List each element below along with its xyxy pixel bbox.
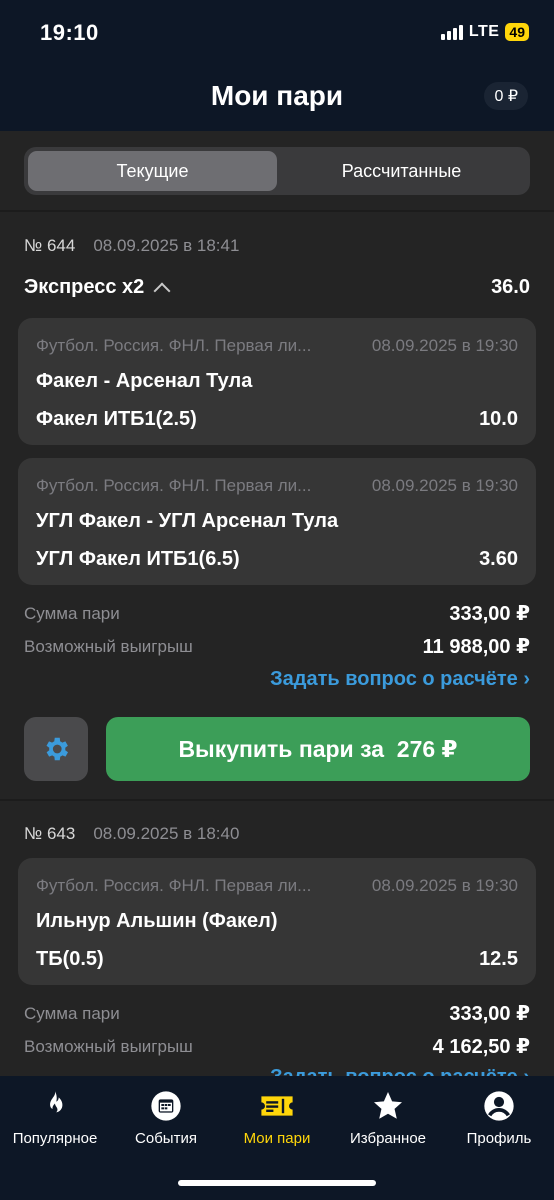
nav-profile[interactable]: Профиль (444, 1090, 554, 1147)
stake-value: 333,00 ₽ (449, 1003, 530, 1025)
stake-row: Сумма пари 333,00 ₽ (24, 601, 530, 626)
bet-date: 08.09.2025 в 18:40 (93, 824, 240, 843)
app-header: 19:10 LTE 49 Мои пари 0 ₽ (0, 0, 554, 131)
divider (0, 799, 554, 801)
profile-icon (484, 1091, 514, 1121)
nav-popular[interactable]: Популярное (0, 1090, 110, 1147)
stake-value: 333,00 ₽ (449, 603, 530, 625)
event-card[interactable]: Футбол. Россия. ФНЛ. Первая ли... 08.09.… (18, 458, 536, 585)
flame-icon (44, 1091, 63, 1121)
event-time: 08.09.2025 в 19:30 (371, 876, 518, 895)
nav-label: Популярное (12, 1130, 98, 1147)
page-title: Мои пари (210, 80, 344, 111)
chevron-up-icon[interactable] (153, 282, 171, 299)
battery-icon: 49 (505, 23, 529, 41)
bet-date: 08.09.2025 в 18:41 (93, 236, 240, 255)
win-label: Возможный выигрыш (24, 636, 193, 656)
bet-type-row[interactable]: Экспресс x2 36.0 (24, 276, 530, 299)
event-time: 08.09.2025 в 19:30 (371, 476, 518, 495)
nav-label: Мои пари (243, 1130, 311, 1147)
settings-button[interactable] (24, 717, 88, 781)
event-league: Футбол. Россия. ФНЛ. Первая ли... (36, 876, 312, 895)
nav-events[interactable]: События (111, 1090, 221, 1147)
ask-question-link[interactable]: Задать вопрос о расчёте › (270, 668, 530, 691)
event-card[interactable]: Футбол. Россия. ФНЛ. Первая ли... 08.09.… (18, 318, 536, 445)
status-time: 19:10 (40, 20, 99, 45)
nav-my-bets[interactable]: Мои пари (222, 1090, 332, 1147)
bet-number: № 643 (24, 824, 76, 843)
win-row: Возможный выигрыш 4 162,50 ₽ (24, 1034, 530, 1059)
bets-tabs: Текущие Рассчитанные (24, 147, 530, 195)
event-league: Футбол. Россия. ФНЛ. Первая ли... (36, 476, 312, 495)
win-value: 11 988,00 ₽ (422, 636, 530, 658)
nav-favorites[interactable]: Избранное (333, 1090, 443, 1147)
home-indicator[interactable] (178, 1180, 376, 1186)
stake-label: Сумма пари (24, 603, 120, 623)
bet-type[interactable]: Экспресс x2 (24, 276, 171, 299)
bet-type-label: Экспресс x2 (24, 276, 145, 298)
event-market: УГЛ Факел ИТБ1(6.5) (36, 548, 240, 570)
ticket-icon (261, 1096, 293, 1116)
network-label: LTE (468, 23, 500, 40)
event-teams: Ильнур Альшин (Факел) (36, 910, 278, 932)
signal-icon (440, 24, 463, 40)
bet-header: № 644 08.09.2025 в 18:41 (24, 236, 239, 256)
event-odds: 12.5 (479, 948, 518, 970)
bet-header: № 643 08.09.2025 в 18:40 (24, 824, 239, 844)
win-label: Возможный выигрыш (24, 1036, 193, 1056)
event-odds: 3.60 (479, 548, 518, 570)
bet-number: № 644 (24, 236, 76, 255)
balance-badge[interactable]: 0 ₽ (484, 82, 528, 110)
event-card[interactable]: Футбол. Россия. ФНЛ. Первая ли... 08.09.… (18, 858, 536, 985)
event-market: Факел ИТБ1(2.5) (36, 408, 197, 430)
stake-label: Сумма пари (24, 1003, 120, 1023)
event-teams: Факел - Арсенал Тула (36, 370, 253, 392)
tab-settled[interactable]: Рассчитанные (277, 151, 526, 191)
gear-icon (46, 737, 68, 761)
event-market: ТБ(0.5) (36, 948, 104, 970)
status-indicators: LTE 49 (440, 23, 529, 41)
event-teams: УГЛ Факел - УГЛ Арсенал Тула (36, 510, 339, 532)
event-league: Футбол. Россия. ФНЛ. Первая ли... (36, 336, 312, 355)
stake-row: Сумма пари 333,00 ₽ (24, 1001, 530, 1026)
nav-label: Профиль (466, 1130, 532, 1147)
total-odds: 36.0 (491, 276, 530, 298)
cashout-label: Выкупить пари за 276 ₽ (178, 735, 458, 762)
star-icon (374, 1092, 402, 1119)
event-time: 08.09.2025 в 19:30 (371, 336, 518, 355)
tab-current[interactable]: Текущие (28, 151, 277, 191)
nav-label: События (135, 1130, 197, 1147)
win-row: Возможный выигрыш 11 988,00 ₽ (24, 634, 530, 659)
divider (0, 210, 554, 212)
cashout-button[interactable]: Выкупить пари за 276 ₽ (106, 717, 530, 781)
win-value: 4 162,50 ₽ (432, 1036, 530, 1058)
event-odds: 10.0 (479, 408, 518, 430)
nav-label: Избранное (349, 1130, 427, 1147)
calendar-icon (151, 1091, 181, 1121)
